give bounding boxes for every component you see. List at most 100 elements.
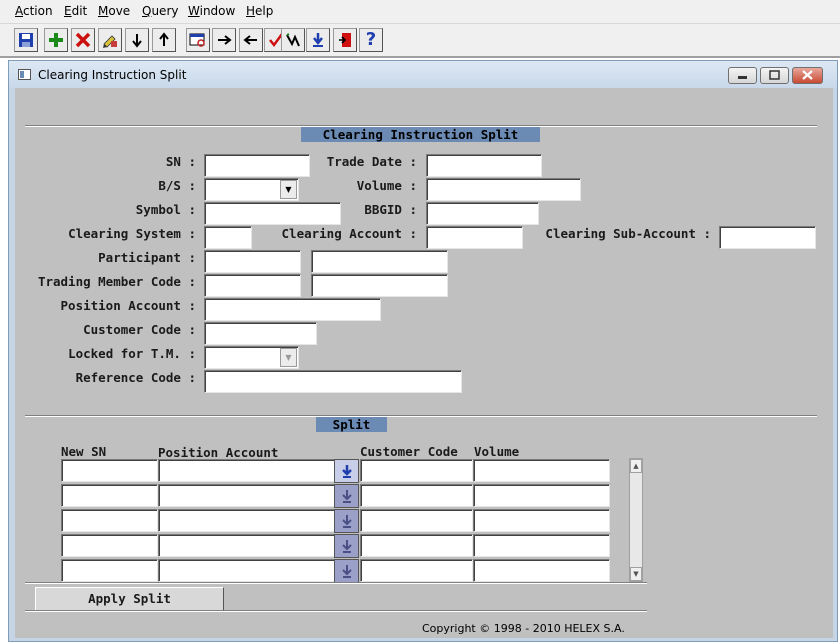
scroll-down-icon[interactable]: ▼ [630,567,642,581]
clearing-account-field[interactable] [426,226,523,249]
trading-member-name-field[interactable] [311,274,448,297]
split-volume-field[interactable] [473,559,610,582]
participant-field[interactable] [204,250,301,273]
help-icon: ? [365,29,377,50]
new-sn-field[interactable] [61,534,158,557]
label-volume: Volume : [356,178,417,193]
menu-move[interactable]: Move [98,4,130,18]
locked-for-tm-select[interactable]: ▼ [204,346,299,369]
save-button[interactable] [14,28,38,52]
add-button[interactable] [44,28,68,52]
customer-code-field[interactable] [204,322,317,345]
save-icon [19,33,33,47]
sn-field[interactable] [204,154,310,177]
edit-button[interactable] [98,28,122,52]
bs-select[interactable]: ▼ [204,178,299,201]
split-volume-field[interactable] [473,459,610,482]
down-arrow-icon [341,490,352,503]
chevron-down-icon[interactable]: ▼ [280,180,297,199]
split-position-account-field[interactable] [158,534,335,557]
move-down-icon [132,34,142,48]
position-account-field[interactable] [204,298,381,321]
edit-icon [103,35,117,48]
label-clearing-account: Clearing Account : [281,226,417,241]
label-sn: SN : [165,154,196,169]
split-volume-field[interactable] [473,484,610,507]
download-icon [313,33,323,47]
execute-button[interactable] [281,28,305,52]
bbgid-field[interactable] [426,202,539,225]
split-position-account-field[interactable] [158,484,335,507]
volume-field[interactable] [426,178,581,201]
window-icon [18,69,31,80]
split-position-account-field[interactable] [158,509,335,532]
menu-edit[interactable]: Edit [64,4,87,18]
clearing-system-field[interactable] [204,226,252,249]
next-icon [218,35,232,45]
new-sn-field[interactable] [61,559,158,582]
new-sn-field[interactable] [61,484,158,507]
split-volume-field[interactable] [473,534,610,557]
lookup-button[interactable] [334,534,359,558]
help-button[interactable]: ? [359,28,383,52]
column-header-new-sn: New SN [61,444,107,459]
column-header-customer-code: Customer Code [360,444,458,459]
execute-icon [286,33,300,47]
section-title-split: Split [316,417,387,432]
apply-split-button[interactable]: Apply Split [35,587,224,611]
lookup-button[interactable] [334,509,359,533]
lookup-button[interactable] [334,559,359,583]
footer-divider [25,610,647,612]
split-scrollbar[interactable]: ▲ ▼ [629,458,643,582]
minimize-button[interactable] [728,67,757,84]
label-trading-member-code: Trading Member Code : [37,274,196,289]
split-customer-code-field[interactable] [360,509,473,532]
menu-help[interactable]: Help [246,4,273,18]
previous-icon [243,35,257,45]
label-clearing-system: Clearing System : [68,226,196,241]
menu-action[interactable]: Action [15,4,53,18]
new-sn-field[interactable] [61,459,158,482]
split-position-account-field[interactable] [158,559,335,582]
menu-query[interactable]: Query [142,4,178,18]
split-volume-field[interactable] [473,509,610,532]
label-locked-for-tm: Locked for T.M. : [68,346,196,361]
next-button[interactable] [212,28,236,52]
new-sn-field[interactable] [61,509,158,532]
split-position-account-field[interactable] [158,459,335,482]
window-title: Clearing Instruction Split [38,68,187,82]
label-bs: B/S : [158,178,196,193]
menu-bar: Action Edit Move Query Window Help [0,0,840,24]
split-customer-code-field[interactable] [360,559,473,582]
previous-button[interactable] [239,28,263,52]
split-customer-code-field[interactable] [360,459,473,482]
trade-date-field[interactable] [426,154,542,177]
clearing-sub-account-field[interactable] [719,226,816,249]
lookup-button[interactable] [334,484,359,508]
label-customer-code: Customer Code : [83,322,196,337]
restore-button[interactable] [760,67,789,84]
exit-button[interactable] [333,28,357,52]
move-down-button[interactable] [125,28,149,52]
trading-member-code-field[interactable] [204,274,301,297]
down-arrow-icon [341,465,352,478]
split-customer-code-field[interactable] [360,534,473,557]
copyright-text: Copyright © 1998 - 2010 HELEX S.A. [422,622,625,635]
delete-icon [75,32,91,48]
menu-window[interactable]: Window [188,4,235,18]
delete-button[interactable] [71,28,95,52]
chevron-down-icon[interactable]: ▼ [280,348,297,367]
query-button[interactable] [186,28,210,52]
scroll-up-icon[interactable]: ▲ [630,459,642,473]
minimize-icon [738,76,747,79]
close-button[interactable] [792,67,823,84]
lookup-button[interactable] [334,459,359,483]
down-arrow-icon [341,515,352,528]
download-button[interactable] [306,28,330,52]
label-position-account: Position Account : [60,298,196,313]
participant-name-field[interactable] [311,250,448,273]
symbol-field[interactable] [204,202,341,225]
split-customer-code-field[interactable] [360,484,473,507]
move-up-button[interactable] [152,28,176,52]
reference-code-field[interactable] [204,370,462,393]
